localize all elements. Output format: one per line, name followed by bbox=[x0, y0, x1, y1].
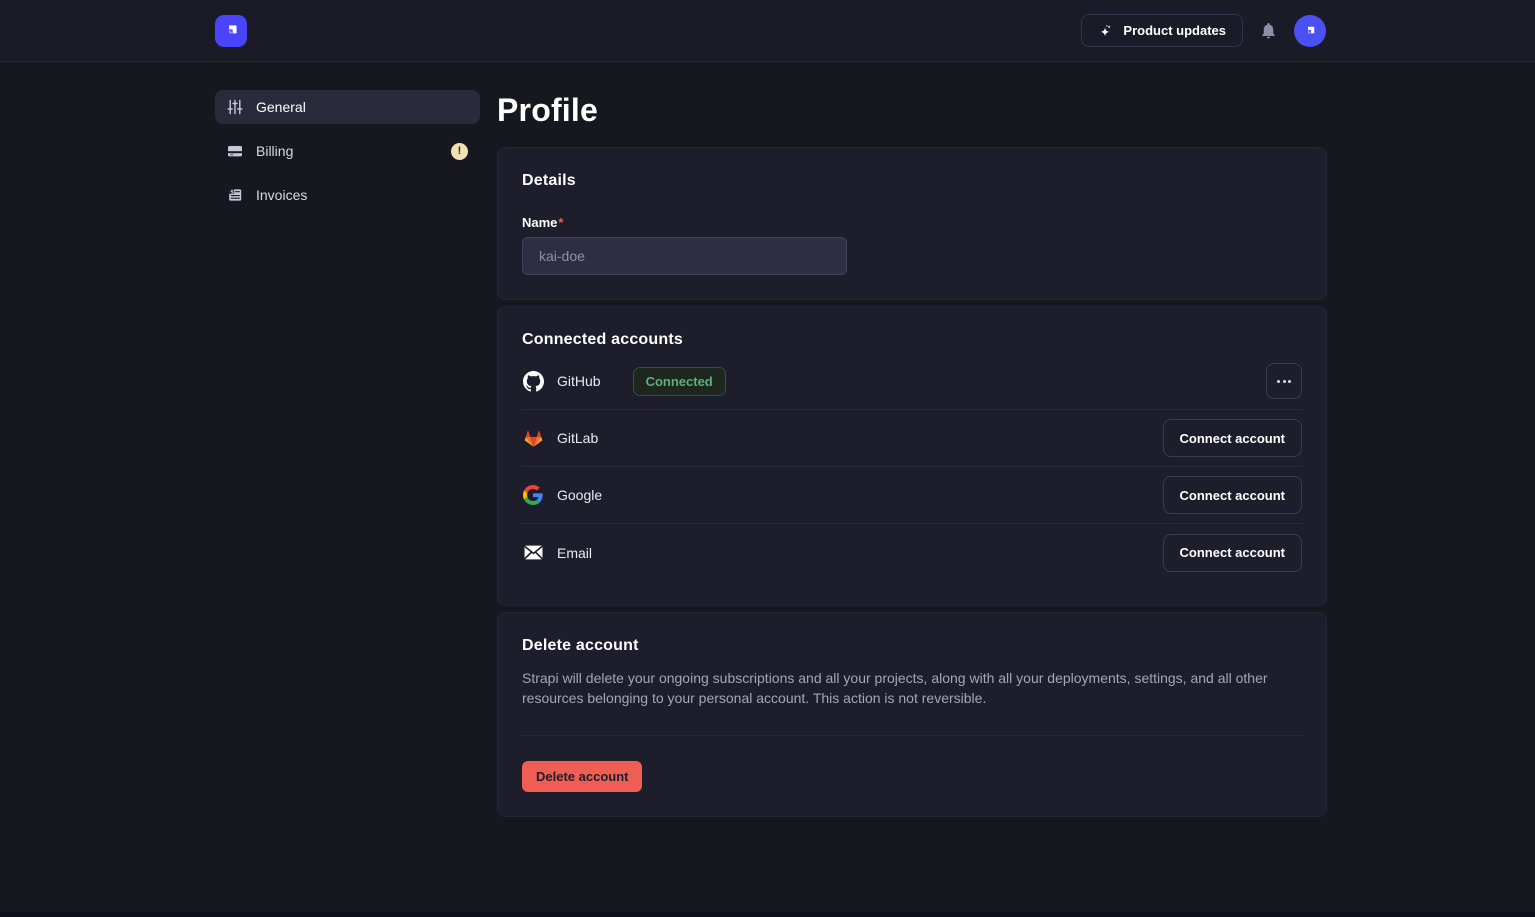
account-name: Email bbox=[557, 545, 592, 561]
sidebar-item-billing[interactable]: Billing ! bbox=[215, 134, 480, 168]
connected-status-badge: Connected bbox=[633, 367, 726, 396]
name-input[interactable] bbox=[522, 237, 847, 275]
accounts-list: GitHub Connected bbox=[522, 353, 1302, 581]
sidebar-item-general[interactable]: General bbox=[215, 90, 480, 124]
sliders-icon bbox=[227, 99, 243, 115]
name-field-label: Name* bbox=[522, 215, 1302, 230]
account-row-github: GitHub Connected bbox=[522, 353, 1302, 410]
delete-account-heading: Delete account bbox=[522, 637, 1302, 655]
email-icon bbox=[522, 545, 544, 560]
topbar: Product updates bbox=[0, 0, 1535, 62]
sidebar-item-label: Billing bbox=[256, 143, 293, 159]
delete-account-button[interactable]: Delete account bbox=[522, 761, 642, 792]
bell-icon bbox=[1259, 21, 1278, 40]
gitlab-icon bbox=[522, 428, 544, 449]
page-title: Profile bbox=[497, 92, 1327, 129]
account-name: GitLab bbox=[557, 430, 598, 446]
settings-sidebar: General Billing ! $ Inv bbox=[215, 90, 480, 823]
details-card: Details Name* bbox=[497, 147, 1327, 300]
product-updates-button[interactable]: Product updates bbox=[1081, 14, 1243, 47]
bottom-edge bbox=[0, 912, 1535, 917]
google-icon bbox=[522, 485, 544, 505]
billing-warning-badge: ! bbox=[451, 143, 468, 160]
invoice-icon: $ bbox=[227, 187, 243, 203]
credit-card-icon bbox=[227, 143, 243, 159]
sidebar-item-invoices[interactable]: $ Invoices bbox=[215, 178, 480, 212]
delete-account-description: Strapi will delete your ongoing subscrip… bbox=[522, 668, 1302, 708]
delete-account-card: Delete account Strapi will delete your o… bbox=[497, 612, 1327, 817]
main-content: Profile Details Name* Connected accounts… bbox=[497, 90, 1327, 823]
account-name: Google bbox=[557, 487, 602, 503]
connected-accounts-heading: Connected accounts bbox=[522, 331, 1302, 349]
account-row-google: Google Connect account bbox=[522, 467, 1302, 524]
more-options-icon bbox=[1277, 380, 1280, 383]
svg-text:$: $ bbox=[230, 189, 234, 195]
github-icon bbox=[522, 371, 544, 392]
divider bbox=[522, 735, 1302, 736]
required-asterisk: * bbox=[558, 215, 563, 230]
notifications-button[interactable] bbox=[1259, 21, 1278, 40]
account-name: GitHub bbox=[557, 373, 601, 389]
avatar-strapi-icon bbox=[1302, 23, 1318, 39]
email-connect-account-button[interactable]: Connect account bbox=[1163, 534, 1302, 572]
sidebar-item-label: General bbox=[256, 99, 306, 115]
strapi-logo-icon bbox=[222, 21, 241, 40]
sparkles-icon bbox=[1098, 23, 1114, 39]
sidebar-item-label: Invoices bbox=[256, 187, 307, 203]
strapi-logo[interactable] bbox=[215, 15, 247, 47]
google-connect-account-button[interactable]: Connect account bbox=[1163, 476, 1302, 514]
page-body: General Billing ! $ Inv bbox=[215, 62, 1326, 823]
details-heading: Details bbox=[522, 172, 1302, 190]
gitlab-connect-account-button[interactable]: Connect account bbox=[1163, 419, 1302, 457]
product-updates-label: Product updates bbox=[1123, 23, 1226, 38]
github-more-options-button[interactable] bbox=[1266, 363, 1302, 399]
connected-accounts-card: Connected accounts GitHub Connected bbox=[497, 306, 1327, 606]
user-avatar[interactable] bbox=[1294, 15, 1326, 47]
account-row-email: Email Connect account bbox=[522, 524, 1302, 581]
account-row-gitlab: GitLab Connect account bbox=[522, 410, 1302, 467]
